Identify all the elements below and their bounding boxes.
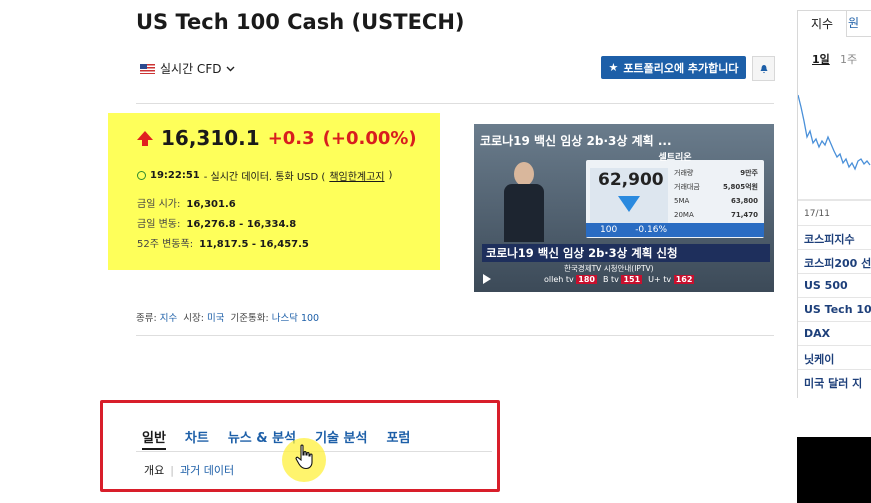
- tab-forum[interactable]: 포럼: [386, 427, 410, 450]
- channel-list: olleh tv 180 B tv 151 U+ tv 162: [544, 275, 695, 284]
- divider: [798, 321, 871, 322]
- channel-item: U+ tv 162: [648, 275, 695, 284]
- alert-bell-button[interactable]: [752, 56, 775, 81]
- info-value: 미국: [206, 313, 225, 324]
- stat-label: 52주 변동폭:: [137, 239, 194, 250]
- divider: [136, 103, 774, 104]
- sidebar-tab-indices[interactable]: 지수: [798, 11, 847, 36]
- main-tabs: 일반 차트 뉴스 & 분석 기술 분석 포럼: [142, 427, 410, 450]
- price-change-pct: (+0.00%): [322, 127, 417, 149]
- stock-stat-label: 20MA: [674, 211, 694, 219]
- cfd-selector[interactable]: 실시간 CFD: [140, 60, 235, 77]
- bell-icon: [760, 64, 767, 73]
- tab-chart[interactable]: 차트: [185, 427, 209, 450]
- clock-icon: [137, 171, 146, 180]
- stat-value: 11,817.5 - 16,457.5: [199, 239, 309, 250]
- divider: [798, 249, 871, 250]
- price-change: +0.3: [267, 127, 315, 149]
- quote-meta: 19:22:51 - 실시간 데이터. 통화 USD ( 책임한계고지 ): [137, 168, 392, 183]
- chevron-down-icon: [226, 66, 235, 71]
- cfd-label: 실시간 CFD: [160, 62, 222, 76]
- channel-note: 한국경제TV 시청안내(IPTV): [564, 264, 654, 273]
- subtab-historical-data[interactable]: 과거 데이터: [180, 464, 234, 477]
- stat-label: 금일 변동:: [137, 219, 181, 230]
- stock-company: 셀트리온: [658, 153, 692, 163]
- sidebar-item-ustech100[interactable]: US Tech 100: [804, 303, 871, 316]
- last-price: 16,310.1: [161, 126, 260, 150]
- subtab-overview[interactable]: 개요: [144, 464, 164, 477]
- stock-stat-label: 거래대금: [674, 183, 700, 191]
- divider: [798, 297, 871, 298]
- channel-item: B tv 151: [603, 275, 643, 284]
- stock-stats: 거래량 9만주 거래대금 5,805억원 5MA 63,800 20MA 71,470: [674, 166, 758, 222]
- stock-price: 62,900: [598, 170, 664, 190]
- divider: [798, 225, 871, 226]
- stock-change-pct: -0.16%: [635, 225, 668, 235]
- ad-area: [797, 437, 871, 503]
- quote-meta-close: ): [388, 170, 393, 181]
- sidebar-tab-2[interactable]: 원: [848, 11, 859, 36]
- sidebar-item-kospi200[interactable]: 코스피200 선: [804, 255, 871, 271]
- page-title: US Tech 100 Cash (USTECH): [136, 10, 465, 34]
- quote-time: 19:22:51: [150, 170, 200, 181]
- info-value[interactable]: 나스닥 100: [272, 313, 319, 324]
- news-headline: 코로나19 백신 임상 2b·3상 계획 신청: [482, 244, 770, 262]
- stock-stat-label: 거래량: [674, 169, 694, 177]
- stock-stat-label: 5MA: [674, 197, 690, 205]
- info-label: 기준통화:: [230, 313, 269, 324]
- sidebar-item-usd-index[interactable]: 미국 달러 지: [804, 375, 862, 391]
- divider: [136, 335, 774, 336]
- stock-stat-value: 63,800: [730, 197, 758, 205]
- add-to-portfolio-button[interactable]: ★ 포트폴리오에 추가합니다: [601, 56, 746, 79]
- divider: [846, 36, 871, 37]
- right-sidebar: 지수 원 1일 1주 17/11 코스피지수 코스피200 선 US 500 U…: [797, 10, 871, 398]
- tab-technical-analysis[interactable]: 기술 분석: [315, 427, 367, 450]
- quote-meta-text: - 실시간 데이터. 통화 USD (: [203, 172, 326, 183]
- mini-chart: [798, 94, 871, 201]
- video-title: 코로나19 백신 임상 2b·3상 계획 ...: [480, 134, 672, 148]
- add-to-portfolio-label: 포트폴리오에 추가합니다: [623, 61, 739, 75]
- divider: [798, 345, 871, 346]
- price-row: 16,310.1 +0.3 (+0.00%): [137, 126, 417, 150]
- star-icon: ★: [608, 61, 619, 74]
- stat-day-range: 금일 변동: 16,276.8 - 16,334.8: [137, 215, 296, 230]
- tab-general[interactable]: 일반: [142, 427, 166, 450]
- chart-date: 17/11: [804, 209, 830, 219]
- info-label: 시장:: [183, 313, 204, 324]
- info-label: 종류:: [136, 313, 157, 324]
- divider: [798, 273, 871, 274]
- video-player[interactable]: 코로나19 백신 임상 2b·3상 계획 ... 셀트리온 62,900 거래량…: [474, 124, 774, 292]
- stat-52w-range: 52주 변동폭: 11,817.5 - 16,457.5: [137, 235, 309, 250]
- stock-stat-value: 9만주: [740, 169, 758, 177]
- sub-tabs: 개요 | 과거 데이터: [144, 464, 235, 477]
- play-icon: [483, 274, 491, 284]
- range-1w[interactable]: 1주: [840, 51, 857, 67]
- range-1d[interactable]: 1일: [812, 51, 830, 67]
- info-value: 지수: [159, 313, 178, 324]
- hand-pointer-icon: [295, 444, 313, 470]
- down-triangle-icon: [618, 196, 640, 212]
- stock-change: 100: [600, 225, 618, 235]
- anchor-figure: [504, 162, 544, 242]
- cursor-highlight: [282, 438, 326, 482]
- stock-stat-value: 5,805억원: [722, 183, 758, 191]
- sidebar-item-us500[interactable]: US 500: [804, 279, 848, 292]
- stat-value: 16,301.6: [186, 199, 236, 210]
- stat-open: 금일 시가: 16,301.6: [137, 195, 236, 210]
- stock-stat-value: 71,470: [730, 211, 758, 219]
- stat-label: 금일 시가:: [137, 199, 181, 210]
- sidebar-item-nikkei[interactable]: 닛케이: [804, 351, 834, 367]
- instrument-info: 종류: 지수 시장: 미국 기준통화: 나스닥 100: [136, 310, 319, 324]
- divider: [798, 369, 871, 370]
- stat-value: 16,276.8 - 16,334.8: [186, 219, 297, 230]
- us-flag-icon: [140, 63, 155, 74]
- stock-change-bar: 100 -0.16%: [586, 223, 764, 237]
- channel-item: olleh tv 180: [544, 275, 597, 284]
- sidebar-item-kospi[interactable]: 코스피지수: [804, 231, 855, 247]
- up-arrow-icon: [137, 130, 153, 146]
- play-button[interactable]: [474, 266, 500, 292]
- disclaimer-link[interactable]: 책임한계고지: [329, 168, 384, 183]
- sidebar-item-dax[interactable]: DAX: [804, 327, 830, 340]
